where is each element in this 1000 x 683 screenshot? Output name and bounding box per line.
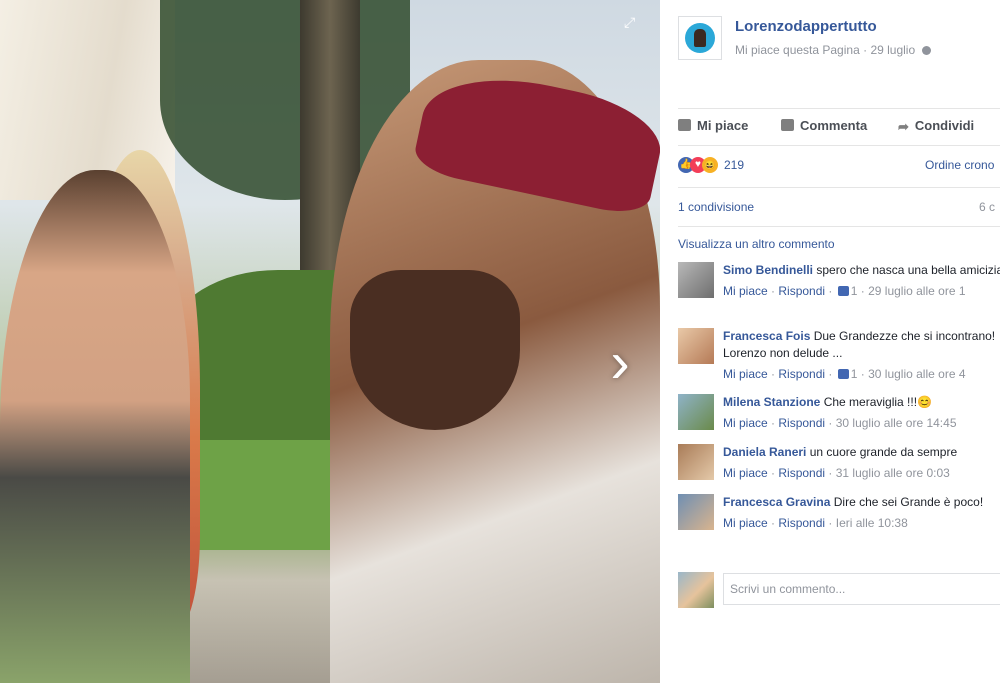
comment-time[interactable]: 30 luglio alle ore 14:45: [836, 416, 957, 430]
post-side-panel: Lorenzodappertutto Mi piace questa Pagin…: [660, 0, 1000, 683]
comment-order-dropdown[interactable]: Ordine crono: [925, 158, 994, 172]
page-name-link[interactable]: Lorenzodappertutto: [735, 18, 877, 35]
commenter-avatar[interactable]: [678, 262, 714, 298]
post-meta: Mi piace questa Pagina · 29 luglio: [735, 43, 932, 57]
commenter-avatar[interactable]: [678, 328, 714, 364]
divider: [678, 226, 1000, 227]
comment-text: spero che nasca una bella amicizia !: [813, 263, 1000, 277]
comment-author[interactable]: Milena Stanzione: [723, 395, 820, 409]
comment-time[interactable]: 29 luglio alle ore 1: [868, 284, 965, 298]
action-bar: Mi piace Commenta ➦ Condividi: [678, 112, 1000, 142]
thumbs-up-icon: [678, 119, 691, 131]
comment-author[interactable]: Simo Bendinelli: [723, 263, 813, 277]
shares-row: 1 condivisione 6 c: [678, 200, 1000, 218]
comment-meta: Mi piace · Rispondi · 1 · 30 luglio alle…: [723, 367, 966, 381]
comment-text: un cuore grande da sempre: [806, 445, 958, 459]
comment-meta: Mi piace · Rispondi · Ieri alle 10:38: [723, 516, 908, 530]
thumbs-up-icon: [837, 286, 849, 296]
comment-like-link[interactable]: Mi piace: [723, 516, 768, 530]
like-page-link[interactable]: Mi piace questa Pagina: [735, 43, 860, 57]
comment-author[interactable]: Francesca Gravina: [723, 495, 830, 509]
comment-author[interactable]: Francesca Fois: [723, 329, 810, 343]
post-photo[interactable]: ⤢ ›: [0, 0, 660, 683]
comment-like-link[interactable]: Mi piace: [723, 466, 768, 480]
post-date[interactable]: 29 luglio: [870, 43, 915, 57]
comment-label: Commenta: [800, 118, 868, 133]
comment-time[interactable]: 31 luglio alle ore 0:03: [836, 466, 950, 480]
comment-reply-link[interactable]: Rispondi: [778, 516, 825, 530]
comment-like-count[interactable]: 1: [851, 367, 858, 381]
comment-time[interactable]: 30 luglio alle ore 4: [868, 367, 965, 381]
comment-like-link[interactable]: Mi piace: [723, 284, 768, 298]
divider: [678, 187, 1000, 188]
avatar-figure: [694, 29, 706, 47]
reactions-count[interactable]: 219: [724, 158, 744, 172]
comment-text: Dire che sei Grande è poco!: [830, 495, 984, 509]
comment-meta: Mi piace · Rispondi · 31 luglio alle ore…: [723, 466, 950, 480]
post-header: Lorenzodappertutto Mi piace questa Pagin…: [678, 14, 998, 64]
comment-author[interactable]: Daniela Raneri: [723, 445, 806, 459]
current-user-avatar: [678, 572, 714, 608]
reactions-row: 👍 ♥ 😆 219 Ordine crono: [678, 154, 1000, 180]
comment-reply-link[interactable]: Rispondi: [778, 284, 825, 298]
divider: [678, 108, 1000, 109]
comment-like-link[interactable]: Mi piace: [723, 367, 768, 381]
comment-button[interactable]: Commenta: [781, 118, 867, 133]
commenter-avatar[interactable]: [678, 444, 714, 480]
divider: [678, 145, 1000, 146]
comment-like-count[interactable]: 1: [851, 284, 858, 298]
page-avatar[interactable]: [678, 16, 722, 60]
globe-icon: [922, 46, 932, 55]
meta-separator: ·: [863, 43, 868, 57]
comment-text: Che meraviglia !!!😊: [820, 395, 933, 409]
commenter-avatar[interactable]: [678, 394, 714, 430]
chevron-right-icon[interactable]: ›: [600, 334, 640, 395]
like-button[interactable]: Mi piace: [678, 118, 748, 133]
comment-reply-link[interactable]: Rispondi: [778, 416, 825, 430]
photo-child: [0, 170, 190, 683]
comment-meta: Mi piace · Rispondi · 30 luglio alle ore…: [723, 416, 957, 430]
view-more-comments-link[interactable]: Visualizza un altro commento: [678, 237, 835, 251]
share-icon: ➦: [898, 119, 909, 134]
thumbs-up-icon: [837, 369, 849, 379]
comment-reply-link[interactable]: Rispondi: [778, 466, 825, 480]
share-button[interactable]: ➦ Condividi: [898, 118, 975, 134]
share-label: Condividi: [914, 118, 975, 133]
comment-input[interactable]: Scrivi un commento...: [723, 573, 1000, 605]
comment-reply-link[interactable]: Rispondi: [778, 367, 825, 381]
comment-like-link[interactable]: Mi piace: [723, 416, 768, 430]
commenter-avatar[interactable]: [678, 494, 714, 530]
comment-meta: Mi piace · Rispondi · 1 · 29 luglio alle…: [723, 284, 966, 298]
photo-beard: [350, 270, 520, 430]
like-label: Mi piace: [697, 118, 749, 133]
comments-count: 6 c: [979, 200, 996, 214]
comment-time[interactable]: Ieri alle 10:38: [836, 516, 908, 530]
expand-icon[interactable]: ⤢: [624, 14, 635, 31]
haha-reaction-icon[interactable]: 😆: [702, 157, 718, 173]
comment-icon: [781, 119, 794, 131]
shares-count-link[interactable]: 1 condivisione: [678, 200, 754, 214]
write-comment-row: Scrivi un commento...: [678, 571, 1000, 609]
